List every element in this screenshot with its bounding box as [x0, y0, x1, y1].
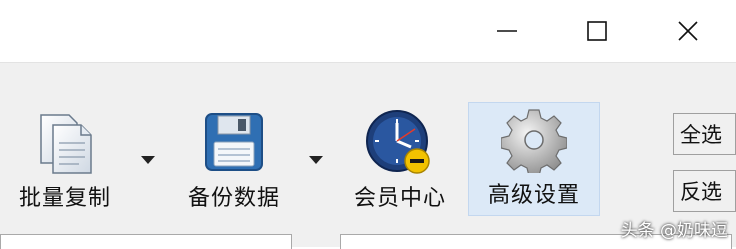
close-button[interactable] [643, 0, 733, 62]
advanced-settings-label: 高级设置 [487, 183, 580, 208]
batch-copy-button[interactable]: 批量复制 [0, 104, 130, 224]
batch-copy-label: 批量复制 [18, 186, 111, 211]
member-center-button[interactable]: 会员中心 [340, 104, 460, 224]
maximize-button[interactable] [552, 0, 642, 62]
backup-data-label: 备份数据 [187, 186, 280, 211]
invert-selection-button[interactable]: 反选 [673, 170, 736, 212]
gear-icon [501, 109, 567, 173]
title-bar [0, 0, 736, 62]
batch-copy-dropdown-arrow[interactable] [141, 156, 155, 164]
copy-documents-icon [40, 114, 92, 174]
select-all-button[interactable]: 全选 [673, 113, 736, 155]
watermark: 头条 @奶味逗 [620, 221, 728, 241]
backup-data-dropdown-arrow[interactable] [309, 156, 323, 164]
close-icon [678, 21, 698, 41]
clock-minus-icon [366, 110, 430, 174]
maximize-icon [587, 21, 607, 41]
floppy-disk-icon [205, 113, 263, 171]
backup-data-button[interactable]: 备份数据 [174, 104, 294, 224]
minimize-icon [497, 30, 517, 32]
advanced-settings-button[interactable]: 高级设置 [468, 102, 600, 216]
minimize-button[interactable] [462, 0, 552, 62]
member-center-label: 会员中心 [353, 186, 446, 211]
left-panel [0, 234, 292, 249]
